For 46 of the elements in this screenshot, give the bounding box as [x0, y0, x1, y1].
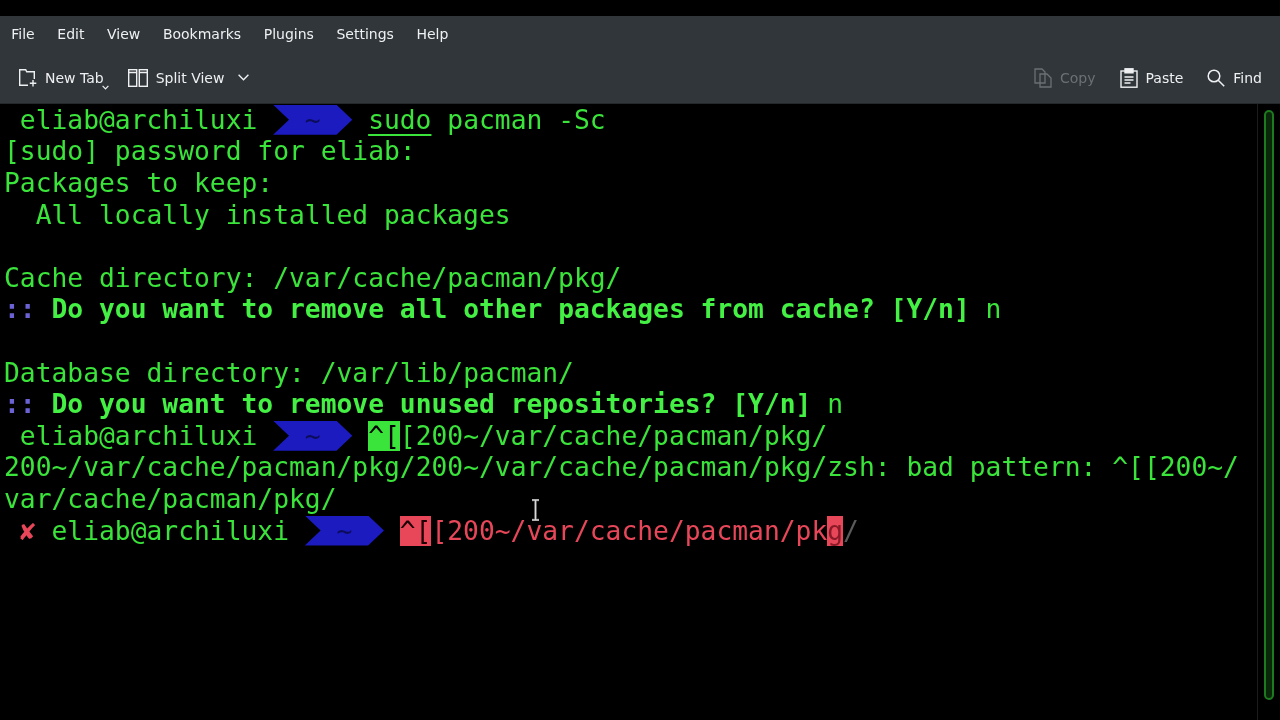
- directory-segment: ~: [273, 104, 353, 135]
- command-text: [200~/var/cache/pacman/pkg/: [399, 420, 828, 451]
- i-beam-cursor-icon: [531, 499, 540, 521]
- command-name: sudo: [368, 104, 432, 135]
- output-line: var/cache/pacman/pkg/: [4, 483, 337, 514]
- prompt-user: eliab@archiluxi: [19, 420, 258, 451]
- menu-item[interactable]: Help: [405, 22, 460, 46]
- output-line: All locally installed packages: [35, 199, 511, 230]
- escape-sequence: ^[: [368, 420, 400, 451]
- error-mark: ✘: [19, 515, 36, 546]
- menu-item[interactable]: Plugins: [252, 22, 326, 46]
- text-cursor: g: [827, 515, 844, 546]
- menu-item[interactable]: File: [0, 22, 47, 46]
- tab-plus-icon: [18, 68, 37, 87]
- scrollbar[interactable]: [1264, 110, 1274, 700]
- question-text: Do you want to remove unused repositories? [Y/n]: [51, 389, 812, 420]
- question-text: Do you want to remove all other packages from cache? [Y/n]: [51, 294, 970, 325]
- menu-item[interactable]: Bookmarks: [151, 22, 253, 46]
- question-marker: ::: [4, 389, 36, 420]
- search-icon: [1207, 68, 1226, 87]
- command-text: pacman -Sc: [446, 104, 606, 135]
- find-button[interactable]: Find: [1199, 60, 1270, 95]
- answer-text: n: [985, 294, 1002, 325]
- prompt-user: eliab@archiluxi: [19, 104, 258, 135]
- clipboard-icon: [1119, 67, 1138, 88]
- output-line: 200~/var/cache/pacman/pkg/200~/var/cache/pacman/pkg/zsh: bad pattern: ^[[200~/: [4, 452, 1239, 483]
- menu-item[interactable]: Settings: [325, 22, 406, 46]
- paste-button[interactable]: Paste: [1111, 60, 1192, 95]
- output-line: Packages to keep:: [4, 168, 274, 198]
- prompt-user: eliab@archiluxi: [51, 515, 289, 546]
- autosuggestion-text: /: [843, 515, 859, 546]
- new-tab-button[interactable]: New Tab: [10, 60, 112, 95]
- output-line: Cache directory: /var/cache/pacman/pkg/: [4, 262, 622, 293]
- output-line: Database directory: /var/lib/pacman/: [4, 357, 574, 388]
- menu-item[interactable]: View: [95, 22, 152, 46]
- directory-segment: ~: [304, 515, 384, 546]
- command-text: [200~/var/cache/pacman/pk: [431, 515, 828, 546]
- documents-icon: [1034, 67, 1052, 88]
- question-marker: ::: [4, 294, 36, 325]
- output-line: [sudo] password for eliab:: [4, 136, 416, 167]
- answer-text: n: [827, 389, 844, 420]
- split-view-button[interactable]: Split View: [119, 60, 258, 95]
- menu-item[interactable]: Edit: [46, 22, 96, 46]
- escape-sequence: ^[: [399, 515, 432, 546]
- directory-segment: ~: [273, 420, 353, 451]
- columns-icon: [127, 68, 148, 87]
